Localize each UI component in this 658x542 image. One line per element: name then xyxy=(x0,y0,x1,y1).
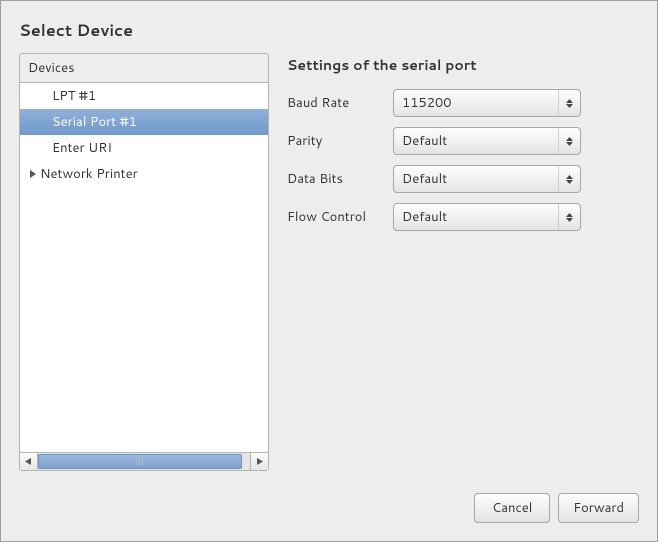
settings-title: Settings of the serial port xyxy=(287,55,639,75)
device-item-label: Enter URI xyxy=(52,139,112,157)
setting-row: Baud Rate115200 xyxy=(287,89,639,117)
setting-value: Default xyxy=(394,204,558,230)
devices-header[interactable]: Devices xyxy=(19,53,269,82)
spinner-icon[interactable] xyxy=(558,204,580,230)
setting-combo[interactable]: Default xyxy=(393,165,581,193)
setting-label: Flow Control xyxy=(287,208,393,226)
setting-label: Data Bits xyxy=(287,170,393,188)
dialog-buttons: Cancel Forward xyxy=(474,493,639,523)
device-item-label: Serial Port #1 xyxy=(52,113,137,131)
scroll-right-button[interactable] xyxy=(250,453,268,470)
scroll-track[interactable] xyxy=(38,453,250,470)
setting-combo[interactable]: 115200 xyxy=(393,89,581,117)
dialog-window: Select Device Devices LPT #1 Serial Port … xyxy=(0,0,658,542)
device-item[interactable]: LPT #1 xyxy=(20,83,268,109)
cancel-button[interactable]: Cancel xyxy=(474,493,550,523)
setting-row: Data BitsDefault xyxy=(287,165,639,193)
device-item[interactable]: Serial Port #1 xyxy=(20,109,268,135)
device-item[interactable]: Enter URI xyxy=(20,135,268,161)
page-title: Select Device xyxy=(19,19,133,42)
forward-button[interactable]: Forward xyxy=(558,493,639,523)
setting-row: ParityDefault xyxy=(287,127,639,155)
settings-panel: Settings of the serial port Baud Rate115… xyxy=(287,53,639,471)
device-item[interactable]: Network Printer xyxy=(20,161,268,187)
spinner-icon[interactable] xyxy=(558,90,580,116)
content-area: Devices LPT #1 Serial Port #1 Enter URI Net… xyxy=(19,53,639,471)
setting-value: 115200 xyxy=(394,90,558,116)
setting-value: Default xyxy=(394,128,558,154)
setting-combo[interactable]: Default xyxy=(393,127,581,155)
setting-row: Flow ControlDefault xyxy=(287,203,639,231)
spinner-icon[interactable] xyxy=(558,166,580,192)
setting-combo[interactable]: Default xyxy=(393,203,581,231)
scroll-left-button[interactable] xyxy=(20,453,38,470)
devices-panel: Devices LPT #1 Serial Port #1 Enter URI Net… xyxy=(19,53,269,471)
setting-label: Parity xyxy=(287,132,393,150)
spinner-icon[interactable] xyxy=(558,128,580,154)
expander-icon[interactable] xyxy=(26,170,40,178)
setting-value: Default xyxy=(394,166,558,192)
device-item-label: LPT #1 xyxy=(52,87,96,105)
device-item-label: Network Printer xyxy=(40,165,138,183)
setting-label: Baud Rate xyxy=(287,94,393,112)
devices-tree[interactable]: LPT #1 Serial Port #1 Enter URI Network Pri… xyxy=(19,82,269,453)
horizontal-scrollbar[interactable] xyxy=(19,453,269,471)
scroll-thumb[interactable] xyxy=(38,454,242,469)
